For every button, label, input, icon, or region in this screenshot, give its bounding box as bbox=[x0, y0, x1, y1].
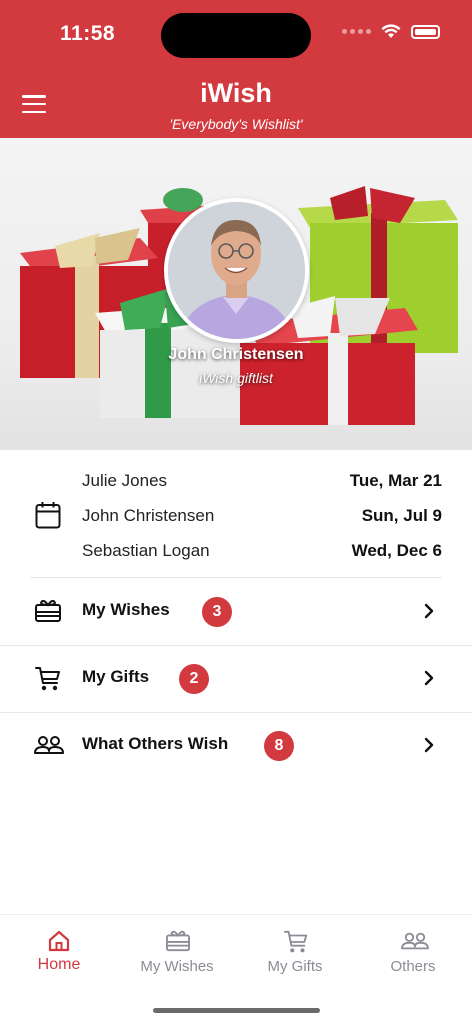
chevron-right-icon bbox=[424, 670, 434, 686]
home-icon bbox=[48, 930, 70, 952]
chevron-right-icon bbox=[424, 603, 434, 619]
menu-item-what-others-wish[interactable]: What Others Wish 8 bbox=[0, 712, 472, 779]
chevron-right-icon bbox=[424, 737, 434, 753]
app-title: iWish bbox=[200, 78, 272, 108]
tab-my-gifts[interactable]: My Gifts bbox=[236, 915, 354, 995]
dynamic-island bbox=[161, 13, 311, 58]
birthday-list: Julie Jones Tue, Mar 21 John Christensen… bbox=[0, 451, 472, 577]
birthday-name: John Christensen bbox=[82, 505, 215, 525]
battery-icon bbox=[411, 24, 440, 39]
birthday-date: Wed, Dec 6 bbox=[351, 540, 442, 560]
signal-icon bbox=[342, 29, 371, 34]
tab-label: My Gifts bbox=[267, 958, 323, 975]
person-photo bbox=[168, 202, 305, 339]
people-icon bbox=[401, 932, 429, 950]
tab-label: Others bbox=[390, 958, 436, 975]
count-badge: 2 bbox=[179, 664, 209, 694]
profile-name: John Christensen bbox=[168, 346, 304, 363]
tab-others[interactable]: Others bbox=[354, 915, 472, 995]
birthday-row[interactable]: John Christensen Sun, Jul 9 bbox=[82, 498, 442, 533]
birthday-date: Tue, Mar 21 bbox=[349, 470, 442, 490]
tab-home[interactable]: Home bbox=[0, 915, 118, 995]
tab-my-wishes[interactable]: My Wishes bbox=[118, 915, 236, 995]
tab-label: My Wishes bbox=[140, 958, 214, 975]
gift-card-icon bbox=[166, 930, 190, 952]
menu-item-label: My Wishes bbox=[82, 600, 170, 619]
birthday-name: Julie Jones bbox=[82, 470, 168, 490]
profile-banner: John Christensen iWish giftlist bbox=[0, 138, 472, 450]
tab-label: Home bbox=[37, 956, 81, 973]
birthday-name: Sebastian Logan bbox=[82, 540, 210, 560]
gift-card-icon bbox=[35, 599, 61, 622]
count-badge: 8 bbox=[264, 731, 294, 761]
wifi-icon bbox=[381, 24, 401, 38]
home-indicator[interactable] bbox=[153, 1008, 320, 1013]
profile-avatar[interactable] bbox=[164, 198, 309, 343]
app-subtitle: 'Everybody's Wishlist' bbox=[169, 116, 303, 132]
menu-item-label: My Gifts bbox=[82, 667, 150, 686]
calendar-icon bbox=[35, 502, 61, 529]
shopping-cart-icon bbox=[283, 930, 308, 953]
menu-item-label: What Others Wish bbox=[82, 734, 229, 753]
app-header: 11:58 iWish 'Everybody's Wishlist' bbox=[0, 0, 472, 138]
menu-item-my-wishes[interactable]: My Wishes 3 bbox=[0, 578, 472, 645]
birthday-date: Sun, Jul 9 bbox=[361, 505, 442, 525]
status-indicators bbox=[342, 24, 440, 39]
count-badge: 3 bbox=[202, 597, 232, 627]
shopping-cart-icon bbox=[35, 667, 60, 691]
birthday-row[interactable]: Sebastian Logan Wed, Dec 6 bbox=[82, 533, 442, 568]
status-time: 11:58 bbox=[60, 22, 116, 45]
people-icon bbox=[34, 736, 64, 754]
menu-item-my-gifts[interactable]: My Gifts 2 bbox=[0, 645, 472, 712]
birthday-row[interactable]: Julie Jones Tue, Mar 21 bbox=[82, 463, 442, 498]
profile-tagline: iWish giftlist bbox=[199, 370, 273, 386]
